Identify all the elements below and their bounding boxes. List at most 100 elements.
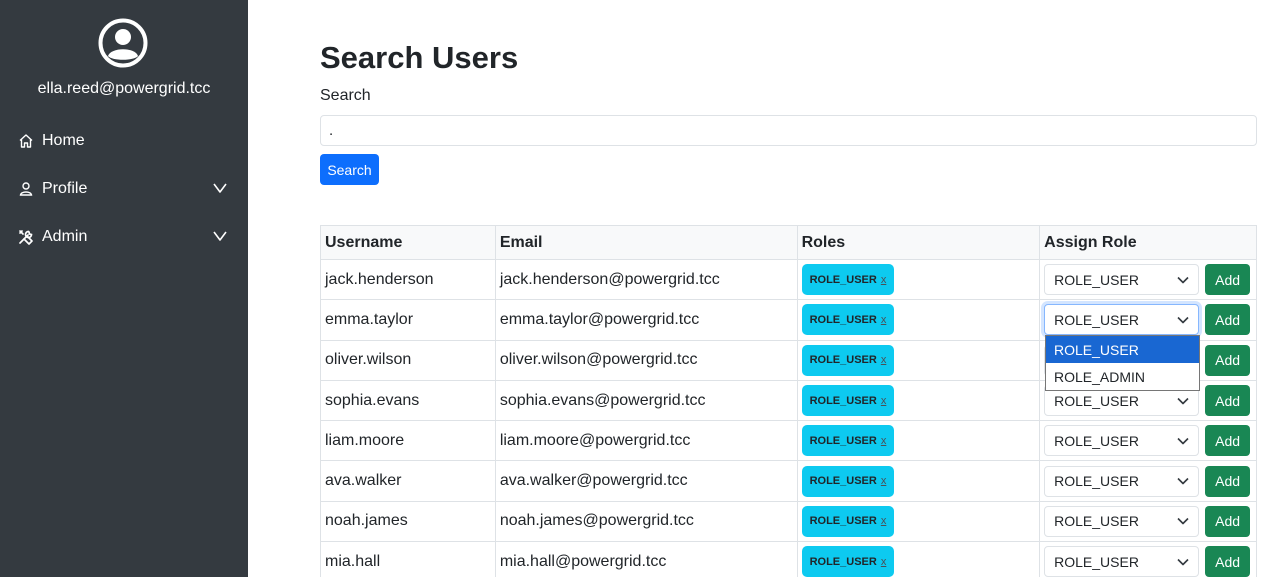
chevron-down-icon[interactable] <box>213 183 227 193</box>
email-cell: ava.walker@powergrid.tcc <box>494 460 798 502</box>
role-badge: ROLE_USER x <box>801 304 895 336</box>
role-select-value: ROLE_USER <box>1054 271 1139 288</box>
email-cell: mia.hall@powergrid.tcc <box>494 541 798 577</box>
sidebar-item-admin[interactable]: Admin <box>0 217 248 257</box>
username-cell: ava.walker <box>320 460 496 502</box>
role-badge-label: ROLE_USER <box>809 354 877 367</box>
user-email: ella.reed@powergrid.tcc <box>37 80 211 97</box>
roles-cell: ROLE_USER x <box>796 541 1041 577</box>
remove-role-link[interactable]: x <box>881 354 887 366</box>
email-cell: jack.henderson@powergrid.tcc <box>494 258 798 301</box>
email-cell: oliver.wilson@powergrid.tcc <box>494 339 798 381</box>
table-row: mia.hall mia.hall@powergrid.tcc ROLE_USER x… <box>320 541 1257 577</box>
sidebar-item-home[interactable]: Home <box>0 121 248 161</box>
role-badge-label: ROLE_USER <box>809 394 877 407</box>
search-input[interactable] <box>320 115 1257 146</box>
roles-cell: ROLE_USER x <box>796 339 1041 381</box>
role-select[interactable]: ROLE_USER <box>1044 425 1200 457</box>
chevron-down-icon[interactable] <box>213 231 227 241</box>
roles-cell: ROLE_USER x <box>796 258 1041 301</box>
add-role-button[interactable]: Add <box>1205 385 1251 417</box>
role-select-value: ROLE_USER <box>1054 311 1139 328</box>
role-badge: ROLE_USER x <box>801 465 895 497</box>
role-select-value: ROLE_USER <box>1054 553 1139 570</box>
username-cell: sophia.evans <box>320 379 496 422</box>
role-select[interactable]: ROLE_USER <box>1044 505 1200 537</box>
assign-role-cell: ROLE_USER Add <box>1039 420 1257 462</box>
role-select[interactable]: ROLE_USER <box>1044 264 1200 296</box>
role-badge: ROLE_USER x <box>801 344 895 376</box>
email-cell: noah.james@powergrid.tcc <box>494 500 798 543</box>
role-select[interactable]: ROLE_USER <box>1044 546 1200 577</box>
add-role-button[interactable]: Add <box>1205 465 1251 497</box>
role-badge-label: ROLE_USER <box>809 475 877 488</box>
dropdown-option-role-user[interactable]: ROLE_USER <box>1046 336 1199 363</box>
search-label: Search <box>320 87 371 104</box>
username-cell: liam.moore <box>320 420 496 462</box>
table-header-row: Username Email Roles Assign Role <box>320 225 1257 260</box>
username-cell: jack.henderson <box>320 258 496 301</box>
sidebar-item-home-label: Home <box>42 132 85 149</box>
role-badge-label: ROLE_USER <box>809 434 877 447</box>
chevron-down-icon <box>1177 276 1189 283</box>
role-badge-label: ROLE_USER <box>809 555 877 568</box>
assign-role-cell: ROLE_USER Add <box>1039 500 1257 543</box>
role-badge: ROLE_USER x <box>801 546 895 577</box>
page-title: Search Users <box>320 40 519 75</box>
add-role-button[interactable]: Add <box>1205 344 1251 376</box>
user-avatar-icon[interactable] <box>98 18 148 68</box>
add-role-button[interactable]: Add <box>1205 505 1251 537</box>
add-role-button[interactable]: Add <box>1205 304 1251 336</box>
role-badge-label: ROLE_USER <box>809 515 877 528</box>
table-row: liam.moore liam.moore@powergrid.tcc ROLE_U… <box>320 420 1257 462</box>
roles-cell: ROLE_USER x <box>796 379 1041 422</box>
role-badge-label: ROLE_USER <box>809 273 877 286</box>
sidebar-item-profile[interactable]: Profile <box>0 169 248 209</box>
assign-role-cell: ROLE_USER Add <box>1039 541 1257 577</box>
sidebar-item-profile-label: Profile <box>42 180 88 197</box>
assign-role-cell: ROLE_USER Add <box>1039 258 1257 301</box>
home-icon <box>17 132 35 150</box>
email-cell: emma.taylor@powergrid.tcc <box>494 299 798 341</box>
roles-cell: ROLE_USER x <box>796 460 1041 502</box>
remove-role-link[interactable]: x <box>881 274 887 286</box>
role-badge: ROLE_USER x <box>801 264 895 296</box>
sidebar: ella.reed@powergrid.tcc Home Profile Adm… <box>0 0 248 577</box>
role-dropdown-list: ROLE_USER ROLE_ADMIN <box>1045 335 1200 391</box>
remove-role-link[interactable]: x <box>881 556 887 568</box>
email-cell: sophia.evans@powergrid.tcc <box>494 379 798 422</box>
add-role-button[interactable]: Add <box>1205 425 1251 457</box>
username-cell: noah.james <box>320 500 496 543</box>
role-badge-label: ROLE_USER <box>809 313 877 326</box>
role-select[interactable]: ROLE_USER <box>1044 465 1200 497</box>
chevron-down-icon <box>1177 397 1189 404</box>
assign-role-cell: ROLE_USER Add <box>1039 460 1257 502</box>
header-assign-role: Assign Role <box>1039 225 1257 260</box>
roles-cell: ROLE_USER x <box>796 420 1041 462</box>
role-select[interactable]: ROLE_USER <box>1044 304 1200 336</box>
remove-role-link[interactable]: x <box>881 475 887 487</box>
username-cell: oliver.wilson <box>320 339 496 381</box>
header-email: Email <box>494 225 798 260</box>
role-select-value: ROLE_USER <box>1054 392 1139 409</box>
tools-icon <box>17 228 35 246</box>
remove-role-link[interactable]: x <box>881 435 887 447</box>
role-select-value: ROLE_USER <box>1054 473 1139 490</box>
role-select-value: ROLE_USER <box>1054 513 1139 530</box>
add-role-button[interactable]: Add <box>1205 546 1251 577</box>
roles-cell: ROLE_USER x <box>796 500 1041 543</box>
role-badge: ROLE_USER x <box>801 505 895 537</box>
remove-role-link[interactable]: x <box>881 314 887 326</box>
remove-role-link[interactable]: x <box>881 515 887 527</box>
chevron-down-icon <box>1177 478 1189 485</box>
add-role-button[interactable]: Add <box>1205 264 1251 296</box>
roles-cell: ROLE_USER x <box>796 299 1041 341</box>
chevron-down-icon <box>1177 518 1189 525</box>
dropdown-option-role-admin[interactable]: ROLE_ADMIN <box>1046 363 1199 390</box>
table-row: noah.james noah.james@powergrid.tcc ROLE_U… <box>320 500 1257 543</box>
table-row: jack.henderson jack.henderson@powergrid.t… <box>320 258 1257 301</box>
chevron-down-icon <box>1177 558 1189 566</box>
remove-role-link[interactable]: x <box>881 395 887 407</box>
search-button[interactable]: Search <box>320 154 379 185</box>
username-cell: emma.taylor <box>320 299 496 341</box>
